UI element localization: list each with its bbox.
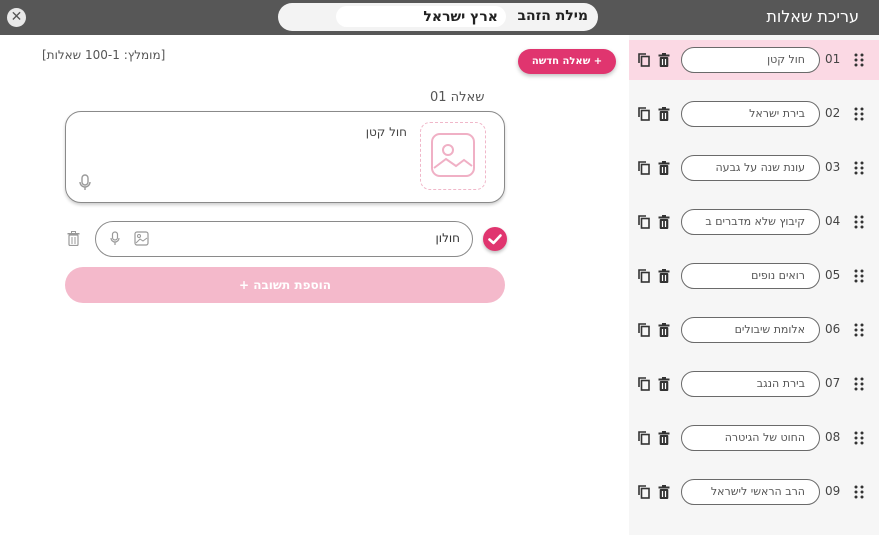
questions-sidebar: חול קטן 01 בירת ישראל 02 עונת שנה על גבע… [629,35,879,535]
question-list-item[interactable]: בירת ישראל 02 [629,94,879,134]
drag-handle-icon[interactable] [854,377,864,391]
copy-icon[interactable] [638,215,650,229]
top-bar: ✕ מילת הזהב עריכת שאלות [0,0,879,35]
microphone-icon[interactable] [110,231,120,246]
copy-icon[interactable] [638,485,650,499]
trash-icon[interactable] [67,231,80,246]
question-text-pill[interactable]: החוט של הגיטרה [681,425,820,451]
question-list-item[interactable]: עונת שנה על גבעה 03 [629,148,879,188]
question-number: 01 [825,52,841,66]
copy-icon[interactable] [638,53,650,67]
golden-word-label: מילת הזהב [517,8,588,24]
question-list-item[interactable]: חול קטן 01 [629,40,879,80]
correct-answer-check-icon[interactable] [483,227,507,251]
question-list-item[interactable]: בירת הנגב 07 [629,364,879,404]
copy-icon[interactable] [638,323,650,337]
trash-icon[interactable] [658,269,670,283]
question-text-pill[interactable]: הרב הראשי לישראל [681,479,820,505]
question-text-pill[interactable]: קיבוץ שלא מדברים ב [681,209,820,235]
question-text-pill[interactable]: חול קטן [681,47,820,73]
question-list-item[interactable]: רואים נופים 05 [629,256,879,296]
drag-handle-icon[interactable] [854,269,864,283]
question-list-item[interactable]: החוט של הגיטרה 08 [629,418,879,458]
drag-handle-icon[interactable] [854,161,864,175]
question-number: 08 [825,430,841,444]
question-list-item[interactable]: קיבוץ שלא מדברים ב 04 [629,202,879,242]
copy-icon[interactable] [638,431,650,445]
image-placeholder[interactable] [420,122,486,190]
drag-handle-icon[interactable] [854,53,864,67]
drag-handle-icon[interactable] [854,431,864,445]
drag-handle-icon[interactable] [854,107,864,121]
question-number: 05 [825,268,841,282]
trash-icon[interactable] [658,161,670,175]
answer-text: חולון [435,231,460,245]
question-text-pill[interactable]: רואים נופים [681,263,820,289]
trash-icon[interactable] [658,107,670,121]
question-number: 07 [825,376,841,390]
question-list-item[interactable]: הרב הראשי לישראל 09 [629,472,879,512]
question-text-pill[interactable]: עונת שנה על גבעה [681,155,820,181]
drag-handle-icon[interactable] [854,485,864,499]
question-number: 09 [825,484,841,498]
microphone-icon[interactable] [79,174,91,191]
page-title: עריכת שאלות [766,7,859,26]
question-number: 06 [825,322,841,336]
image-icon [431,133,475,177]
question-count-hint: [מומלץ: 100-1 שאלות] [42,48,166,62]
question-card[interactable]: חול קטן [65,111,505,203]
golden-word-input[interactable] [336,6,506,27]
question-number: 02 [825,106,841,120]
trash-icon[interactable] [658,323,670,337]
question-text-pill[interactable]: אלומת שיבולים [681,317,820,343]
add-answer-button[interactable]: הוספת תשובה + [65,267,505,303]
question-number: 04 [825,214,841,228]
golden-word-box: מילת הזהב [278,3,598,31]
trash-icon[interactable] [658,377,670,391]
trash-icon[interactable] [658,431,670,445]
question-number: 03 [825,160,841,174]
question-text: חול קטן [365,125,407,139]
copy-icon[interactable] [638,107,650,121]
drag-handle-icon[interactable] [854,323,864,337]
question-text-pill[interactable]: בירת הנגב [681,371,820,397]
answer-input[interactable]: חולון [95,221,473,257]
new-question-button[interactable]: + שאלה חדשה [518,49,616,74]
copy-icon[interactable] [638,269,650,283]
close-icon[interactable]: ✕ [7,8,26,27]
question-heading: שאלה 01 [430,90,485,105]
question-text-pill[interactable]: בירת ישראל [681,101,820,127]
copy-icon[interactable] [638,161,650,175]
image-icon[interactable] [134,231,149,246]
trash-icon[interactable] [658,485,670,499]
trash-icon[interactable] [658,53,670,67]
copy-icon[interactable] [638,377,650,391]
drag-handle-icon[interactable] [854,215,864,229]
question-list-item[interactable]: אלומת שיבולים 06 [629,310,879,350]
trash-icon[interactable] [658,215,670,229]
